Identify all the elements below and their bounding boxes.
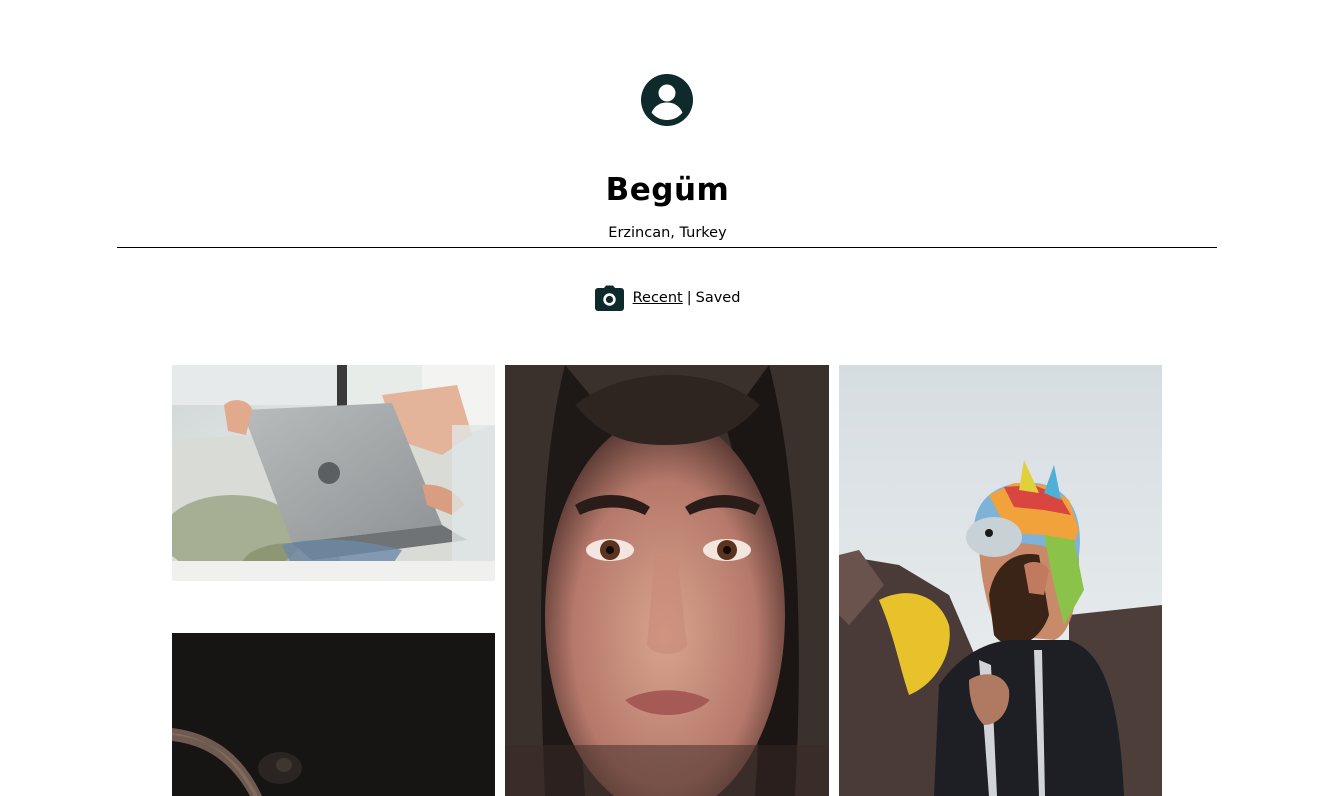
profile-page: Begüm Erzincan, Turkey Recent | Saved <box>0 0 1335 796</box>
photo-tabs: Recent | Saved <box>0 284 1335 312</box>
dark-photo[interactable] <box>172 633 495 796</box>
profile-name: Begüm <box>605 172 730 208</box>
account-circle-icon <box>641 74 693 126</box>
divider <box>117 247 1217 248</box>
avatar <box>641 74 693 126</box>
woman-portrait-photo[interactable] <box>505 365 829 796</box>
tab-saved[interactable]: Saved <box>696 290 741 306</box>
tab-recent[interactable]: Recent <box>633 290 683 306</box>
tab-separator: | <box>686 290 692 306</box>
man-unicorn-hat-photo[interactable] <box>839 365 1162 796</box>
camera-icon <box>594 285 624 311</box>
laptop-photo[interactable] <box>172 365 495 581</box>
profile-location: Erzincan, Turkey <box>608 225 727 241</box>
